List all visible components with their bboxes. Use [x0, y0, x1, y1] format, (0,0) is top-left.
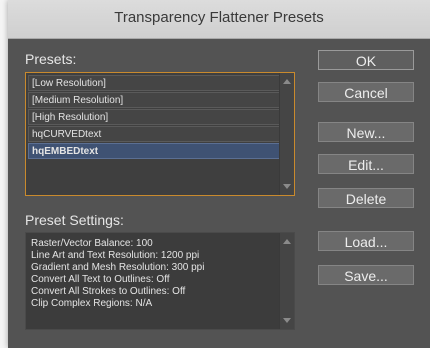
dialog-window: Transparency Flattener Presets Presets: … — [8, 0, 430, 348]
scroll-down-arrow-icon[interactable] — [283, 184, 291, 189]
presets-scrollbar[interactable] — [279, 73, 294, 195]
preset-item-hqcurvedtext[interactable]: hqCURVEDtext — [28, 126, 280, 142]
preset-item-medium-resolution[interactable]: [Medium Resolution] — [28, 92, 280, 108]
preset-settings-box: Raster/Vector Balance: 100 Line Art and … — [25, 232, 295, 330]
settings-line: Raster/Vector Balance: 100 — [31, 238, 153, 249]
delete-preset-button[interactable]: Delete — [318, 188, 414, 208]
settings-scrollbar[interactable] — [279, 233, 294, 329]
preset-item-hqembedtext[interactable]: hqEMBEDtext — [28, 143, 280, 159]
presets-label: Presets: — [25, 51, 77, 67]
settings-line: Convert All Text to Outlines: Off — [31, 274, 170, 285]
scroll-down-arrow-icon[interactable] — [283, 318, 291, 323]
scroll-up-arrow-icon[interactable] — [283, 79, 291, 84]
preset-item-high-resolution[interactable]: [High Resolution] — [28, 109, 280, 125]
settings-line: Convert All Strokes to Outlines: Off — [31, 286, 186, 297]
settings-line: Gradient and Mesh Resolution: 300 ppi — [31, 262, 205, 273]
dialog-title: Transparency Flattener Presets — [114, 9, 324, 26]
edit-preset-button[interactable]: Edit... — [318, 154, 414, 174]
settings-line: Clip Complex Regions: N/A — [31, 298, 153, 309]
settings-line: Line Art and Text Resolution: 1200 ppi — [31, 250, 200, 261]
presets-list[interactable]: [Low Resolution] [Medium Resolution] [Hi… — [25, 72, 295, 196]
save-preset-button[interactable]: Save... — [318, 265, 414, 285]
load-preset-button[interactable]: Load... — [318, 231, 414, 251]
ok-button[interactable]: OK — [318, 50, 414, 70]
cancel-button[interactable]: Cancel — [318, 82, 414, 102]
new-preset-button[interactable]: New... — [318, 122, 414, 142]
title-bar: Transparency Flattener Presets — [8, 0, 430, 39]
preset-item-low-resolution[interactable]: [Low Resolution] — [28, 75, 280, 91]
scroll-up-arrow-icon[interactable] — [283, 239, 291, 244]
preset-settings-label: Preset Settings: — [25, 212, 124, 228]
